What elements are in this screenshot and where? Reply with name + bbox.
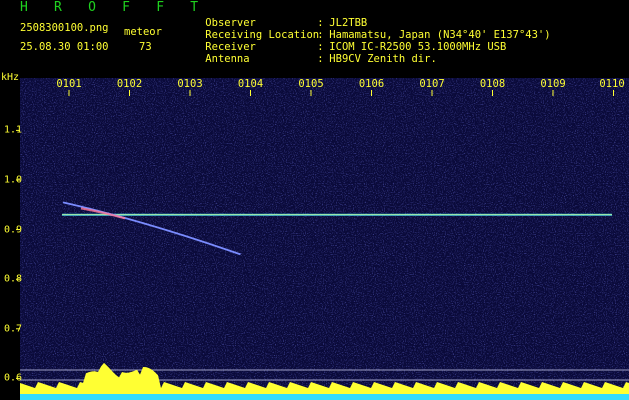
spectrogram bbox=[16, 78, 629, 400]
x-tick-label: 0109 bbox=[540, 78, 566, 90]
x-tick-label: 0103 bbox=[177, 78, 203, 90]
x-tick-label: 0105 bbox=[298, 78, 324, 90]
y-axis-unit: kHz bbox=[1, 72, 20, 83]
x-tick-label: 0110 bbox=[599, 78, 625, 90]
y-tick-label: 1.1 bbox=[4, 124, 23, 136]
histogram-baseline bbox=[20, 394, 629, 400]
x-tick-label: 0104 bbox=[237, 78, 264, 90]
y-tick-label: 0.9 bbox=[4, 224, 23, 236]
waterfall-noise bbox=[20, 78, 629, 400]
x-tick-label: 0108 bbox=[479, 78, 506, 90]
x-tick-label: 0107 bbox=[419, 78, 445, 90]
y-tick-label: 1.0 bbox=[4, 174, 23, 186]
y-tick-label: 0.8 bbox=[4, 273, 23, 285]
y-tick-label: 0.6 bbox=[4, 372, 23, 384]
x-tick-label: 0106 bbox=[358, 78, 385, 90]
x-tick-label: 0102 bbox=[116, 78, 143, 90]
x-tick-label: 0101 bbox=[56, 78, 82, 90]
y-tick-label: 0.7 bbox=[4, 323, 23, 335]
